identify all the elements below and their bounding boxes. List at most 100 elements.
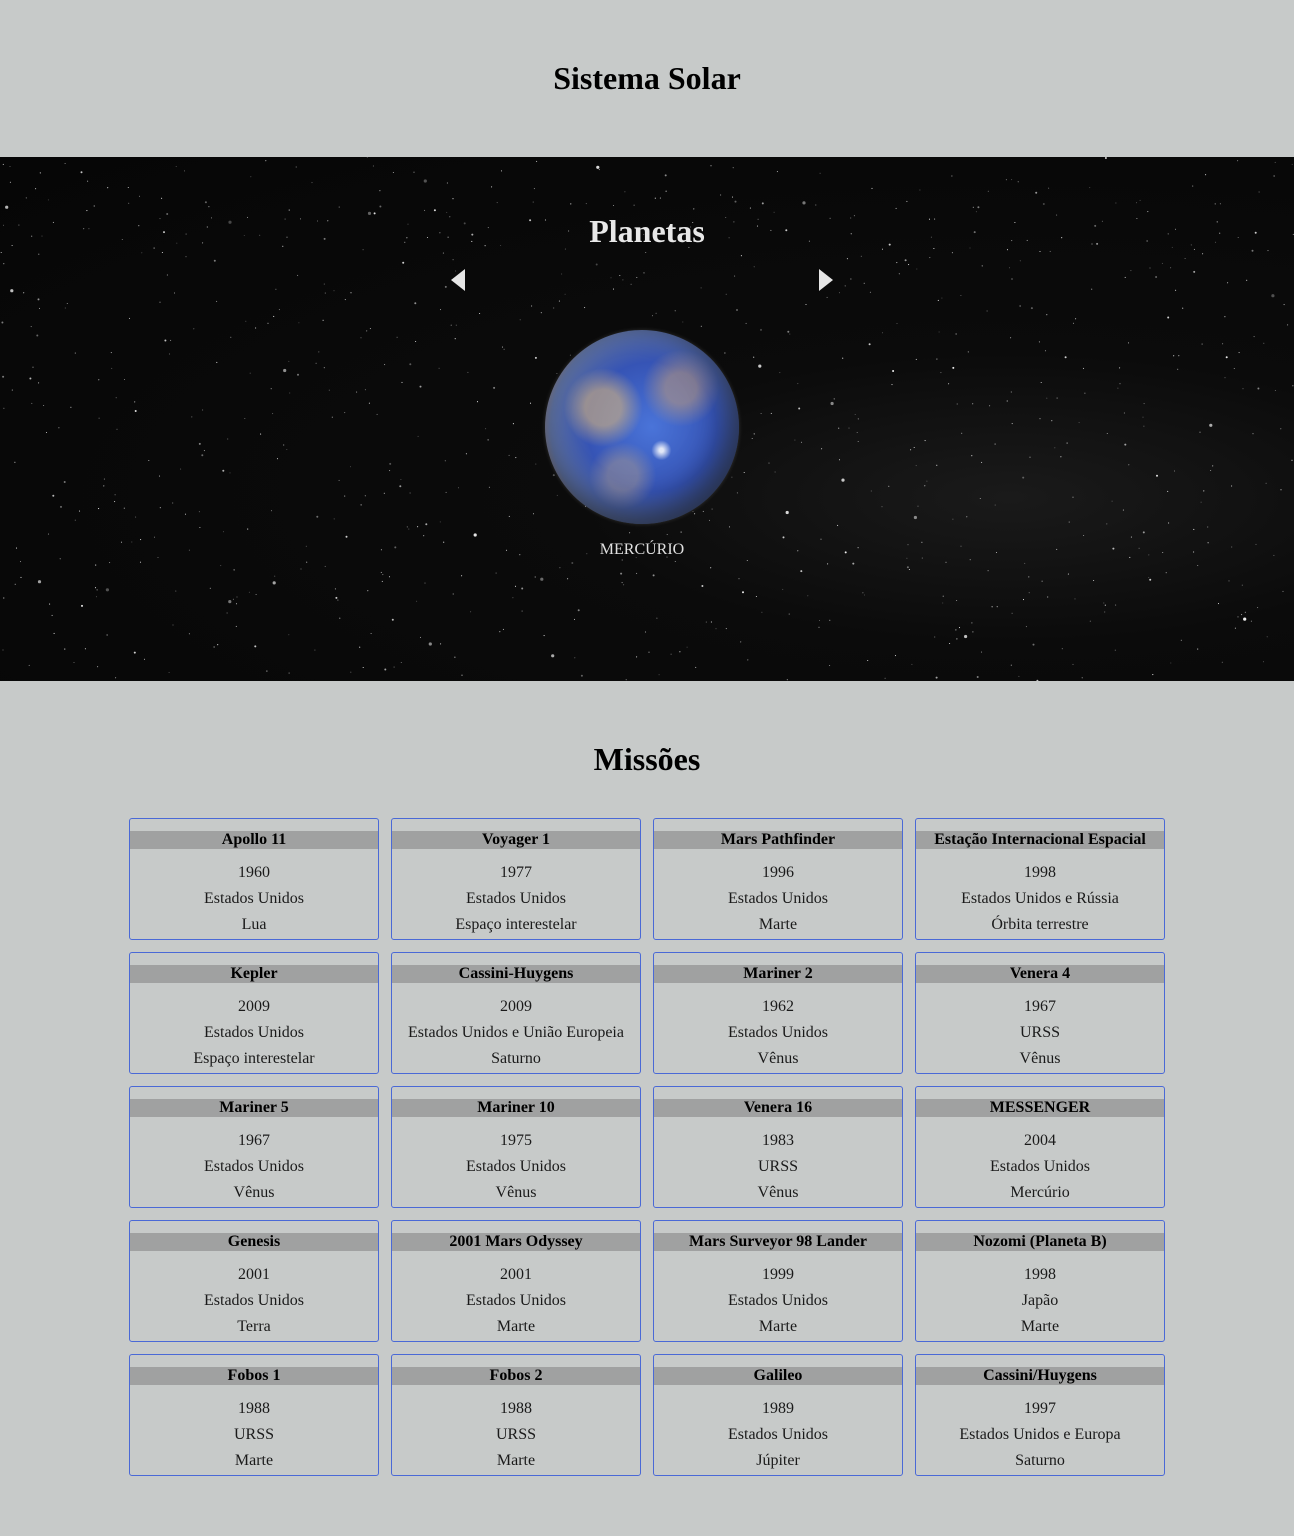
star [148, 459, 150, 462]
mission-name: Mariner 5 [130, 1099, 378, 1117]
star [201, 454, 204, 457]
star [107, 187, 109, 189]
star [367, 590, 369, 592]
star [488, 486, 490, 488]
star [561, 273, 563, 275]
star [1010, 337, 1012, 339]
star [338, 479, 340, 481]
star [433, 209, 436, 212]
carousel-next-button[interactable] [816, 268, 836, 292]
mission-destination: Espaço interestelar [193, 1050, 315, 1067]
star [25, 197, 27, 199]
star [80, 171, 83, 174]
star [28, 664, 30, 666]
star [1212, 465, 1214, 467]
mission-name: Mars Pathfinder [654, 831, 902, 849]
planet-name: MERCÚRIO [599, 541, 685, 558]
star [569, 354, 571, 356]
star [369, 328, 371, 330]
star [994, 504, 996, 506]
star [553, 307, 555, 309]
star [315, 362, 317, 364]
star [455, 324, 457, 326]
star [106, 634, 108, 636]
star [871, 187, 873, 189]
star [370, 632, 372, 635]
star [540, 577, 544, 581]
star [1231, 485, 1233, 487]
star [1271, 294, 1275, 298]
star [694, 513, 696, 515]
star [1010, 664, 1012, 666]
star [838, 427, 840, 429]
star [139, 561, 142, 563]
star [204, 201, 207, 204]
star [540, 312, 542, 314]
star [1217, 603, 1220, 605]
mission-name: Voyager 1 [392, 831, 640, 849]
star [972, 206, 974, 208]
star [916, 268, 918, 270]
star [838, 292, 841, 294]
mission-card: Estação Internacional Espacial 1998 Esta… [915, 818, 1165, 940]
star [275, 288, 277, 290]
star [400, 478, 402, 481]
star [1011, 278, 1013, 280]
mission-card: Genesis 2001 Estados Unidos Terra [129, 1220, 379, 1342]
star [941, 297, 943, 299]
star [860, 255, 862, 257]
star [116, 428, 118, 430]
star [454, 656, 456, 658]
star [1244, 611, 1246, 613]
mission-year: 2004 [1024, 1132, 1056, 1149]
star [428, 642, 432, 646]
star [376, 413, 378, 415]
star [399, 485, 402, 488]
star [1117, 387, 1119, 389]
star [915, 358, 917, 360]
star [656, 617, 658, 619]
star [1025, 626, 1027, 628]
star [815, 204, 817, 206]
mission-country: Estados Unidos e Rússia [961, 890, 1119, 907]
star [580, 674, 583, 677]
star [846, 258, 848, 260]
star [1280, 489, 1282, 491]
star [60, 505, 62, 508]
star [1142, 531, 1145, 534]
mission-year: 1988 [238, 1400, 270, 1417]
star [924, 440, 926, 442]
star [1180, 639, 1182, 641]
star [1042, 203, 1045, 205]
star [863, 282, 865, 284]
star [74, 352, 76, 354]
star [1228, 580, 1230, 582]
mission-destination: Marte [758, 916, 798, 933]
star [1072, 322, 1075, 324]
star [485, 428, 487, 430]
mission-name: Genesis [130, 1233, 378, 1251]
star [705, 621, 707, 623]
star [183, 170, 186, 172]
star [1104, 604, 1106, 606]
star [368, 402, 370, 404]
star [158, 475, 161, 477]
star [501, 346, 504, 348]
star [331, 416, 333, 418]
star [786, 679, 788, 681]
star [235, 625, 237, 627]
star [838, 459, 841, 461]
star [776, 171, 778, 173]
star [1123, 412, 1125, 414]
star [826, 296, 828, 298]
star [532, 513, 535, 515]
star [989, 405, 991, 407]
mission-year: 1967 [238, 1132, 270, 1149]
mission-card: MESSENGER 2004 Estados Unidos Mercúrio [915, 1086, 1165, 1208]
star [841, 478, 845, 482]
carousel-prev-button[interactable] [448, 268, 468, 292]
star [339, 617, 341, 619]
star [360, 504, 362, 506]
star [1064, 356, 1067, 359]
star [96, 589, 98, 591]
